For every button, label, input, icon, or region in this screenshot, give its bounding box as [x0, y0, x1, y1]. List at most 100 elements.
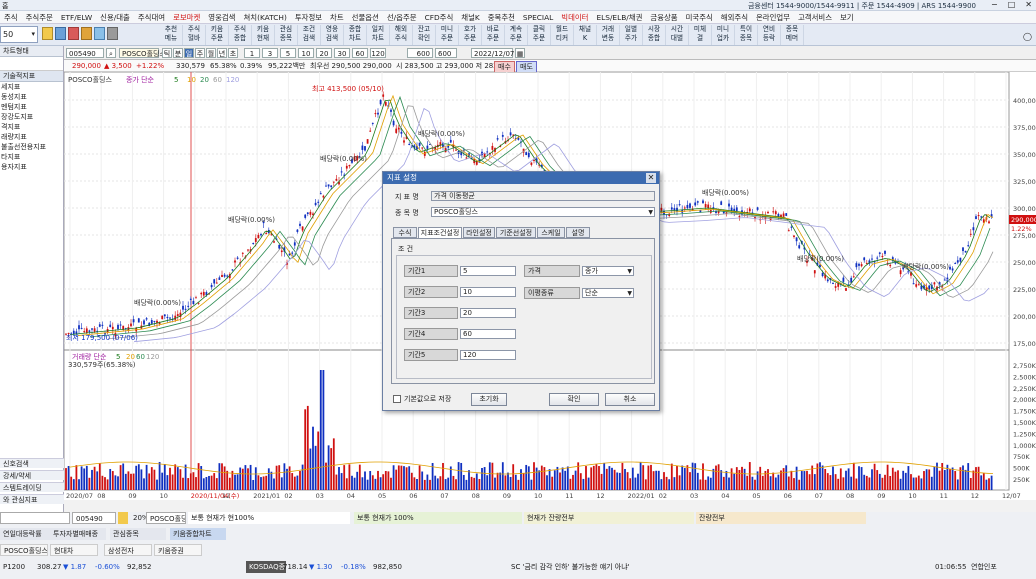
toolbar-button[interactable]: 일별 주가: [620, 25, 643, 45]
power-icon[interactable]: ◯: [1023, 32, 1032, 41]
folder-icon[interactable]: [42, 27, 53, 40]
period-input[interactable]: 120: [460, 350, 516, 360]
toolbar-button[interactable]: 관심 종목: [275, 25, 298, 45]
period-button[interactable]: 년: [217, 48, 227, 58]
interval-button[interactable]: 5: [280, 48, 296, 58]
indicator-category[interactable]: 동성지표: [0, 92, 63, 102]
interval-button[interactable]: 3: [262, 48, 278, 58]
close-icon[interactable]: ✕: [1025, 0, 1032, 9]
toolbar-button[interactable]: 일지 차트: [367, 25, 390, 45]
menu-item[interactable]: 주식대여: [134, 12, 169, 23]
dialog-tab[interactable]: 설명: [566, 227, 590, 238]
interval-button[interactable]: 60: [352, 48, 368, 58]
period-input[interactable]: 20: [460, 308, 516, 318]
stock-tab[interactable]: 키움증권: [154, 544, 202, 556]
menu-item[interactable]: 금융상품: [646, 12, 681, 23]
period-button[interactable]: 월: [206, 48, 216, 58]
menu-item[interactable]: 투자정보: [291, 12, 326, 23]
window-icon[interactable]: [94, 27, 105, 40]
period-input[interactable]: 10: [460, 287, 516, 297]
maximize-icon[interactable]: □: [1008, 0, 1016, 9]
indicator-category[interactable]: 격지표: [0, 122, 63, 132]
menu-item[interactable]: ELS/ELB/채권: [592, 12, 646, 23]
order-strip[interactable]: 잔량전부: [696, 512, 866, 524]
menu-item[interactable]: 보기: [836, 12, 858, 23]
toolbar-button[interactable]: 주식 혈바: [183, 25, 206, 45]
dialog-tab[interactable]: 수식: [393, 227, 417, 238]
toolbar-button[interactable]: 채널 K: [574, 25, 597, 45]
stock-name-field[interactable]: POSCO홀딩스: [119, 48, 166, 58]
order-strip[interactable]: 현재가 잔량전부: [524, 512, 694, 524]
period-button[interactable]: 틱: [162, 48, 172, 58]
bottom-tab[interactable]: 투자자별매매종: [50, 528, 106, 540]
toolbar-button[interactable]: 바로 주문: [482, 25, 505, 45]
cancel-button[interactable]: 취소: [605, 393, 655, 406]
toolbar-button[interactable]: 종목 메머: [781, 25, 804, 45]
toolbar-button[interactable]: 잔고 확인: [413, 25, 436, 45]
toolbar-button[interactable]: 월드 티커: [551, 25, 574, 45]
search-icon[interactable]: [118, 512, 128, 524]
stock-tab[interactable]: POSCO홀딩스: [0, 544, 48, 556]
menu-item[interactable]: SPECIAL: [519, 13, 557, 22]
dialog-close-icon[interactable]: ✕: [646, 173, 656, 183]
ok-button[interactable]: 확인: [549, 393, 599, 406]
interval-button[interactable]: 30: [334, 48, 350, 58]
reset-button[interactable]: 초기화: [471, 393, 507, 406]
left-bottom-tab[interactable]: 와 관심지표: [0, 494, 64, 504]
dialog-tab[interactable]: 스케일: [537, 227, 565, 238]
toolbar-button[interactable]: 키움 주문: [206, 25, 229, 45]
menu-item[interactable]: 채널K: [457, 12, 483, 23]
indicator-category[interactable]: 장강도지표: [0, 112, 63, 122]
toolbar-button[interactable]: 호가 주문: [459, 25, 482, 45]
indicator-category[interactable]: 래량지표: [0, 132, 63, 142]
ma-type-select[interactable]: 단순 ▼: [582, 288, 634, 298]
stock-tab[interactable]: 현대차: [50, 544, 98, 556]
menu-item[interactable]: 해외주식: [717, 12, 752, 23]
indicator-category[interactable]: 세지표: [0, 82, 63, 92]
bottom-tab[interactable]: 관심종목: [110, 528, 166, 540]
indicator-category[interactable]: 멘텀지표: [0, 102, 63, 112]
count-input[interactable]: 600: [407, 48, 433, 58]
toolbar-button[interactable]: 영웅 검색: [321, 25, 344, 45]
menu-item[interactable]: 주식: [0, 12, 22, 23]
period-button[interactable]: 분: [173, 48, 183, 58]
print-icon[interactable]: [81, 27, 92, 40]
lock-icon[interactable]: [68, 27, 79, 40]
stock-select[interactable]: POSCO홀딩스 ▼: [431, 207, 655, 217]
toolbar-button[interactable]: 키움 현재: [252, 25, 275, 45]
chart-type-tab[interactable]: 차트형태: [0, 46, 63, 57]
period-button[interactable]: 일: [184, 48, 194, 58]
interval-button[interactable]: 120: [370, 48, 386, 58]
toolbar-button[interactable]: 거래 변동: [597, 25, 620, 45]
toolbar-button[interactable]: 해외 주식: [390, 25, 413, 45]
order-strip[interactable]: 보통 현재가 현100%: [188, 512, 350, 524]
bottom-stock[interactable]: POSCO홀딩: [146, 512, 186, 524]
toolbar-button[interactable]: 미니 업카: [712, 25, 735, 45]
interval-button[interactable]: 20: [316, 48, 332, 58]
toolbar-button[interactable]: 주식 종합: [229, 25, 252, 45]
indicator-category[interactable]: 용자지표: [0, 162, 63, 172]
menu-item[interactable]: 영웅검색: [204, 12, 239, 23]
order-strip[interactable]: 보통 현재가 100%: [354, 512, 522, 524]
gear-icon[interactable]: [107, 27, 118, 40]
menu-item[interactable]: 선/옵주문: [383, 12, 421, 23]
menu-item[interactable]: 온라인업무: [752, 12, 794, 23]
toolbar-button[interactable]: 조건 검색: [298, 25, 321, 45]
menu-item[interactable]: 주식주문: [22, 12, 57, 23]
dialog-tab[interactable]: 라인설정: [463, 227, 495, 238]
save-default-checkbox[interactable]: [393, 395, 401, 403]
screen-number-box[interactable]: 50 ▾: [0, 26, 38, 43]
menu-item[interactable]: 쳐치(KATCH): [239, 12, 290, 23]
bottom-tab[interactable]: 키움종합차트: [170, 528, 226, 540]
toolbar-button[interactable]: 미체 결: [689, 25, 712, 45]
menu-item[interactable]: 고객서비스: [794, 12, 836, 23]
menu-item[interactable]: 빅데이터: [557, 12, 592, 23]
period-input[interactable]: 60: [460, 329, 516, 339]
bottom-tab[interactable]: 연일대등락률: [0, 528, 56, 540]
toolbar-button[interactable]: 미니 주문: [436, 25, 459, 45]
interval-button[interactable]: 1: [244, 48, 260, 58]
toolbar-button[interactable]: 연비 등락: [758, 25, 781, 45]
menu-item[interactable]: 중목추천: [484, 12, 519, 23]
menu-item[interactable]: 차트: [326, 12, 348, 23]
calendar-icon[interactable]: ▦: [515, 48, 525, 58]
